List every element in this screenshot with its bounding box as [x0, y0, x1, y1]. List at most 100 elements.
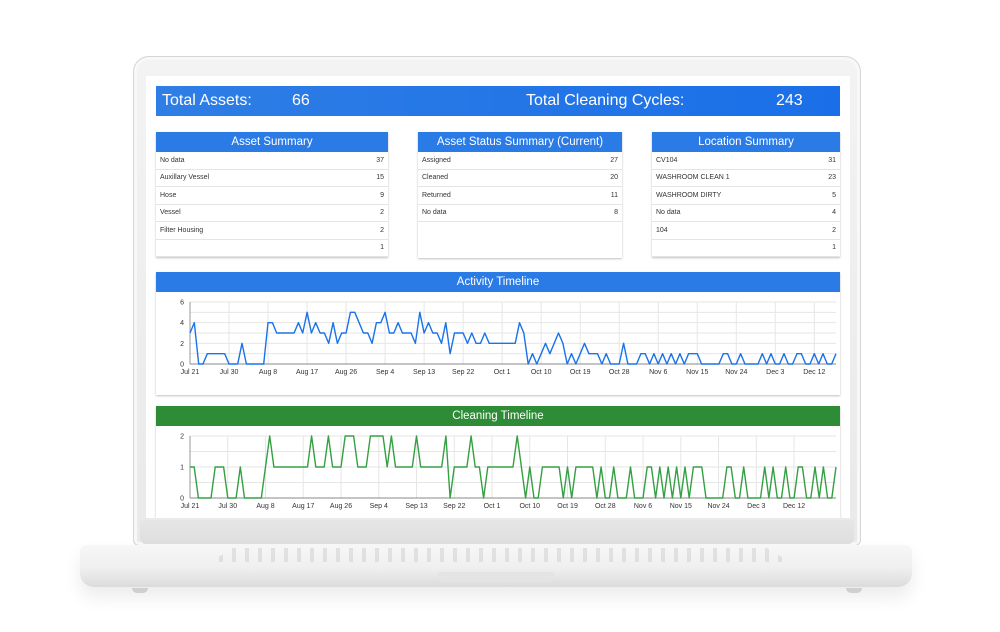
location-summary-table: CV104 31 WASHROOM CLEAN 1 23 WASHROOM DIRTY 5…: [652, 152, 840, 257]
x-tick-label: Jul 30: [218, 503, 237, 510]
x-tick-label: Aug 8: [259, 369, 277, 376]
row-value: 9: [380, 191, 384, 199]
kpi-bar: Total Assets: 66 Total Cleaning Cycles: …: [156, 86, 840, 116]
x-tick-label: Sep 22: [443, 503, 465, 510]
table-row: No data 4: [652, 205, 840, 222]
table-row: Hose 9: [156, 187, 388, 205]
panel-title: Asset Summary: [156, 132, 388, 152]
x-tick-label: Nov 24: [725, 369, 747, 376]
table-row: 104 2: [652, 222, 840, 240]
y-tick-label: 0: [180, 496, 184, 503]
x-tick-label: Jul 21: [181, 369, 200, 376]
x-tick-label: Aug 17: [296, 369, 318, 376]
laptop-keyboard: [210, 548, 790, 562]
x-tick-label: Dec 3: [747, 503, 765, 510]
panel-title: Location Summary: [652, 132, 840, 152]
row-label: No data: [422, 209, 447, 217]
cleaning-timeline-panel: Cleaning Timeline Jul 21 Jul 30 Aug 8 Aug 1…: [156, 406, 840, 518]
table-row: Auxillary Vessel 15: [156, 170, 388, 187]
table-row: WASHROOM CLEAN 1 23: [652, 170, 840, 187]
location-summary-panel: Location Summary CV104 31 WASHROOM CLEAN 1…: [652, 132, 840, 257]
x-tick-label: Oct 10: [519, 503, 540, 510]
x-tick-label: Jul 21: [181, 503, 200, 510]
x-tick-label: Oct 10: [531, 369, 552, 376]
table-row: No data 8: [418, 205, 622, 222]
total-cycles-label: Total Cleaning Cycles:: [526, 92, 685, 109]
table-row: 1: [156, 240, 388, 257]
y-tick-label: 6: [180, 300, 184, 307]
y-tick-label: 4: [180, 320, 184, 327]
chart-title: Activity Timeline: [156, 272, 840, 292]
x-tick-label: Nov 6: [634, 503, 652, 510]
row-label: Returned: [422, 191, 451, 199]
activity-timeline-chart: Jul 21 Jul 30 Aug 8 Aug 17 Aug 26 Sep 4 Sep 13…: [180, 300, 837, 376]
asset-status-table: Assigned 27 Cleaned 20 Returned 11 No data 8: [418, 152, 622, 222]
row-value: 20: [610, 174, 618, 182]
x-tick-label: Sep 13: [405, 503, 427, 510]
row-value: 1: [380, 244, 384, 252]
row-label: Hose: [160, 191, 177, 199]
row-label: Assigned: [422, 156, 451, 164]
row-value: 2: [380, 226, 384, 234]
x-tick-label: Nov 15: [670, 503, 692, 510]
row-value: 2: [380, 209, 384, 217]
row-label: No data: [160, 156, 185, 164]
row-value: 15: [376, 174, 384, 182]
y-tick-label: 1: [180, 465, 184, 472]
panel-title: Asset Status Summary (Current): [418, 132, 622, 152]
row-value: 11: [610, 191, 618, 199]
x-tick-label: Sep 4: [370, 503, 388, 510]
series-line-activity: [189, 311, 837, 365]
x-tick-label: Oct 28: [595, 503, 616, 510]
row-label: Auxillary Vessel: [160, 174, 210, 182]
laptop-foot: [132, 588, 148, 593]
x-tick-label: Nov 6: [649, 369, 667, 376]
x-tick-label: Jul 30: [220, 369, 239, 376]
x-tick-label: Aug 26: [330, 503, 352, 510]
x-tick-label: Sep 13: [413, 369, 435, 376]
x-tick-label: Sep 4: [376, 369, 394, 376]
x-tick-label: Oct 28: [609, 369, 630, 376]
x-tick-label: Oct 1: [484, 503, 501, 510]
x-tick-label: Dec 12: [783, 503, 805, 510]
y-tick-label: 2: [180, 434, 184, 441]
x-tick-label: Oct 19: [570, 369, 591, 376]
laptop-foot: [846, 588, 862, 593]
row-value: 5: [832, 191, 836, 199]
table-row: CV104 31: [652, 152, 840, 170]
x-tick-label: Dec 3: [766, 369, 784, 376]
x-tick-label: Oct 19: [557, 503, 578, 510]
x-tick-label: Aug 26: [335, 369, 357, 376]
row-label: WASHROOM CLEAN 1: [656, 174, 730, 182]
row-value: 2: [832, 226, 836, 234]
table-row: Assigned 27: [418, 152, 622, 170]
asset-summary-panel: Asset Summary No data 37 Auxillary Vessel 1…: [156, 132, 388, 257]
table-row: Returned 11: [418, 187, 622, 205]
row-value: 31: [828, 156, 836, 164]
table-row: No data 37: [156, 152, 388, 170]
table-row: 1: [652, 240, 840, 257]
row-value: 37: [376, 156, 384, 164]
laptop-bezel-chin: [140, 520, 854, 544]
asset-summary-table: No data 37 Auxillary Vessel 15 Hose 9 Vessel 2 F…: [156, 152, 388, 257]
total-assets-value: 66: [292, 92, 310, 109]
row-label: CV104: [656, 156, 678, 164]
table-row: WASHROOM DIRTY 5: [652, 187, 840, 205]
x-tick-label: Nov 15: [686, 369, 708, 376]
laptop-lid-notch: [438, 572, 554, 582]
table-row: Cleaned 20: [418, 170, 622, 187]
y-tick-label: 2: [180, 341, 184, 348]
asset-status-panel: Asset Status Summary (Current) Assigned 2…: [418, 132, 622, 258]
total-assets-label: Total Assets:: [162, 92, 252, 109]
x-tick-label: Aug 8: [256, 503, 274, 510]
row-label: No data: [656, 209, 681, 217]
cleaning-timeline-chart: Jul 21 Jul 30 Aug 8 Aug 17 Aug 26 Sep 4 Sep 13…: [180, 434, 837, 510]
row-value: 1: [832, 244, 836, 252]
x-tick-label: Aug 17: [292, 503, 314, 510]
x-tick-label: Nov 24: [707, 503, 729, 510]
row-value: 23: [828, 174, 836, 182]
table-row: Filter Housing 2: [156, 222, 388, 240]
chart-title: Cleaning Timeline: [156, 406, 840, 426]
row-value: 27: [610, 156, 618, 164]
x-tick-label: Dec 12: [803, 369, 825, 376]
